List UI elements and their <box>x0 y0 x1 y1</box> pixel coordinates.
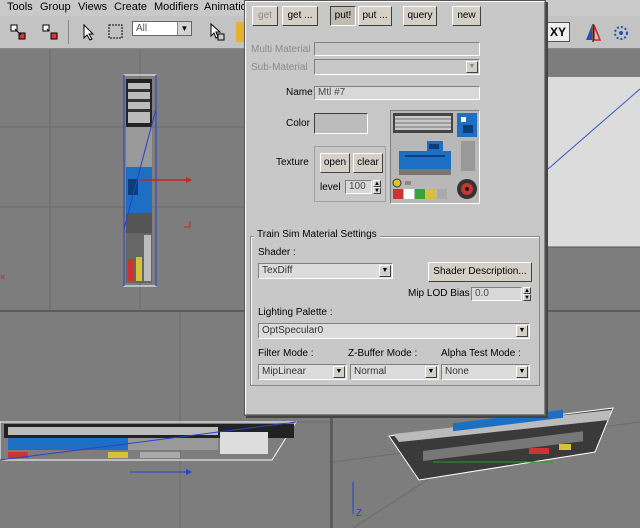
put-more-button[interactable]: put ... <box>358 6 392 26</box>
select-region-icon[interactable] <box>106 22 126 42</box>
sub-material-dropdown: ▼ <box>314 59 480 75</box>
texture-open-button[interactable]: open <box>320 153 350 173</box>
train-sim-settings-title: Train Sim Material Settings <box>254 229 380 240</box>
selection-filter-value: All <box>136 23 148 34</box>
svg-text:×: × <box>0 272 5 282</box>
menu-modifiers[interactable]: Modifiers <box>154 1 199 13</box>
mip-lod-bias-input[interactable]: 0.0 <box>471 287 522 301</box>
chevron-down-icon: ▼ <box>333 366 345 378</box>
color-swatch[interactable] <box>314 113 368 134</box>
mirror-icon[interactable] <box>582 22 604 44</box>
toolbar-button-partial[interactable] <box>236 22 244 42</box>
menu-group[interactable]: Group <box>40 1 71 13</box>
menu-create[interactable]: Create <box>114 1 147 13</box>
menu-views[interactable]: Views <box>78 1 107 13</box>
lighting-palette-label: Lighting Palette : <box>258 307 333 318</box>
color-label: Color <box>286 118 310 129</box>
chevron-down-icon: ▼ <box>516 325 528 337</box>
alpha-test-mode-label: Alpha Test Mode : <box>441 348 521 359</box>
filter-mode-dropdown[interactable]: MipLinear ▼ <box>258 364 347 380</box>
viewport-top-left-scene: × <box>0 49 244 310</box>
axis-label-z: Z <box>356 508 363 519</box>
multi-material-field <box>314 42 480 56</box>
mip-lod-bias-label: Mip LOD Bias <box>408 288 470 299</box>
spinner-up-icon: ▲ <box>373 180 381 187</box>
level-input[interactable]: 100 <box>345 180 372 194</box>
chevron-down-icon: ▼ <box>516 366 528 378</box>
select-by-name-icon[interactable] <box>206 22 226 42</box>
mip-lod-bias-spinner[interactable]: ▲ ▼ <box>523 287 531 301</box>
shader-value: TexDiff <box>262 265 293 276</box>
menu-tools[interactable]: Tools <box>7 1 33 13</box>
lighting-palette-dropdown[interactable]: OptSpecular0 ▼ <box>258 323 530 339</box>
spinner-down-icon: ▼ <box>373 187 381 194</box>
texture-atlas-image <box>392 113 477 199</box>
get-button[interactable]: get <box>252 6 278 26</box>
multi-material-label: Multi Material <box>251 44 311 55</box>
alpha-test-mode-value: None <box>445 366 469 377</box>
texture-clear-button[interactable]: clear <box>353 153 383 173</box>
zbuffer-mode-label: Z-Buffer Mode : <box>348 348 418 359</box>
selection-filter-dropdown[interactable]: All ▼ <box>132 21 192 36</box>
unlink-icon[interactable] <box>40 22 60 42</box>
name-label: Name <box>286 87 313 98</box>
level-spinner[interactable]: ▲ ▼ <box>373 180 381 194</box>
chevron-down-icon: ▼ <box>177 22 191 35</box>
put-button[interactable]: put! <box>330 6 356 26</box>
name-input[interactable]: Mtl #7 <box>314 86 480 100</box>
zbuffer-mode-value: Normal <box>354 366 387 377</box>
query-button[interactable]: query <box>403 6 437 26</box>
link-icon[interactable] <box>8 22 28 42</box>
filter-mode-value: MipLinear <box>262 366 306 377</box>
shader-description-button[interactable]: Shader Description... <box>428 262 532 282</box>
select-arrow-icon[interactable] <box>78 22 98 42</box>
lighting-palette-value: OptSpecular0 <box>262 325 324 336</box>
new-button[interactable]: new <box>452 6 481 26</box>
spinner-down-icon: ▼ <box>523 294 531 301</box>
chevron-down-icon: ▼ <box>466 61 478 73</box>
get-more-button[interactable]: get ... <box>282 6 318 26</box>
level-label: level <box>320 182 341 193</box>
constraint-xy-button[interactable]: XY <box>546 22 570 42</box>
spinner-up-icon: ▲ <box>523 287 531 294</box>
texture-label: Texture <box>276 157 309 168</box>
chevron-down-icon: ▼ <box>379 265 391 277</box>
alpha-test-mode-dropdown[interactable]: None ▼ <box>441 364 530 380</box>
shader-dropdown[interactable]: TexDiff ▼ <box>258 263 393 279</box>
filter-mode-label: Filter Mode : <box>258 348 314 359</box>
zbuffer-mode-dropdown[interactable]: Normal ▼ <box>350 364 439 380</box>
shader-label: Shader : <box>258 247 296 258</box>
align-icon[interactable] <box>610 22 632 44</box>
texture-preview <box>390 110 480 204</box>
sub-material-label: Sub-Material <box>251 62 308 73</box>
viewport-top-right-scene <box>547 77 640 248</box>
chevron-down-icon: ▼ <box>425 366 437 378</box>
